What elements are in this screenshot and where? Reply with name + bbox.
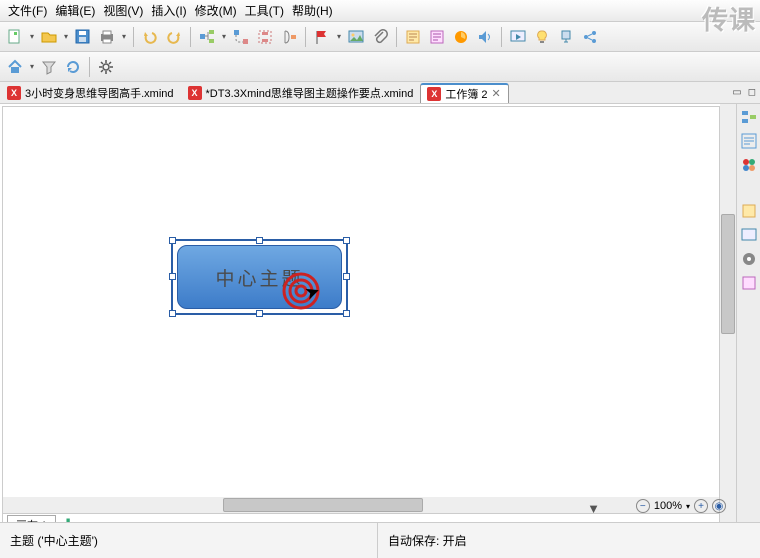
subtopic-drop[interactable]: ▾ bbox=[220, 32, 228, 41]
menu-help[interactable]: 帮助(H) bbox=[288, 0, 337, 21]
resize-handle[interactable] bbox=[343, 273, 350, 280]
menu-view[interactable]: 视图(V) bbox=[99, 0, 147, 21]
status-bar: 主题 ('中心主题') 自动保存: 开启 bbox=[0, 522, 760, 558]
subtopic-icon[interactable] bbox=[196, 26, 218, 48]
resize-handle[interactable] bbox=[343, 237, 350, 244]
zoom-drop[interactable]: ▾ bbox=[686, 502, 690, 511]
gear-icon[interactable] bbox=[95, 56, 117, 78]
filter-icon[interactable] bbox=[38, 56, 60, 78]
tab-file-2[interactable]: X *DT3.3Xmind思维导图主题操作要点.xmind bbox=[181, 83, 421, 103]
horizontal-scrollbar[interactable] bbox=[3, 497, 719, 513]
view-outline-icon[interactable] bbox=[740, 108, 758, 126]
maximize-pane-icon[interactable]: ◻ bbox=[748, 87, 756, 98]
undo-icon[interactable] bbox=[139, 26, 161, 48]
zoom-in-button[interactable]: + bbox=[694, 499, 708, 513]
status-autosave: 自动保存: 开启 bbox=[378, 523, 477, 558]
new-file-icon[interactable] bbox=[4, 26, 26, 48]
tab-label: *DT3.3Xmind思维导图主题操作要点.xmind bbox=[206, 85, 414, 101]
resize-handle[interactable] bbox=[256, 237, 263, 244]
attachment-icon[interactable] bbox=[369, 26, 391, 48]
refresh-icon[interactable] bbox=[62, 56, 84, 78]
new-file-drop[interactable]: ▾ bbox=[28, 32, 36, 41]
task-icon[interactable] bbox=[450, 26, 472, 48]
redo-icon[interactable] bbox=[163, 26, 185, 48]
relationship-icon[interactable] bbox=[230, 26, 252, 48]
open-file-icon[interactable] bbox=[38, 26, 60, 48]
brainstorm-icon[interactable] bbox=[531, 26, 553, 48]
note-icon[interactable] bbox=[402, 26, 424, 48]
boundary-icon[interactable] bbox=[254, 26, 276, 48]
view-browser-icon[interactable] bbox=[740, 226, 758, 244]
resize-handle[interactable] bbox=[169, 273, 176, 280]
menu-edit[interactable]: 编辑(E) bbox=[51, 0, 99, 21]
image-icon[interactable] bbox=[345, 26, 367, 48]
xmind-file-icon: X bbox=[427, 87, 441, 101]
main-area: 中心主题 ➤ 画布 1 ✚ bbox=[0, 104, 760, 538]
menu-insert[interactable]: 插入(I) bbox=[147, 0, 190, 21]
zoom-fit-button[interactable]: ◉ bbox=[712, 499, 726, 513]
minimize-pane-icon[interactable]: ▭ bbox=[732, 87, 741, 98]
close-tab-icon[interactable]: ✕ bbox=[492, 87, 502, 100]
label-icon[interactable] bbox=[426, 26, 448, 48]
filter-status-icon[interactable]: ▼ bbox=[587, 501, 600, 516]
status-selection: 主题 ('中心主题') bbox=[0, 523, 378, 558]
zoom-level[interactable]: 100% bbox=[654, 500, 682, 512]
menu-file[interactable]: 文件(F) bbox=[4, 0, 51, 21]
view-task-icon[interactable] bbox=[740, 274, 758, 292]
menu-modify[interactable]: 修改(M) bbox=[191, 0, 241, 21]
xmind-file-icon: X bbox=[7, 86, 21, 100]
summary-icon[interactable] bbox=[278, 26, 300, 48]
toolbar-1: ▾ ▾ ▾ ▾ ▾ bbox=[0, 22, 760, 52]
view-markers-icon[interactable] bbox=[740, 156, 758, 174]
mindmap-canvas[interactable]: 中心主题 ➤ bbox=[3, 107, 719, 497]
save-file-icon[interactable] bbox=[72, 26, 94, 48]
share-icon[interactable] bbox=[579, 26, 601, 48]
resize-handle[interactable] bbox=[169, 237, 176, 244]
toolbar-2: ▾ bbox=[0, 52, 760, 82]
tab-file-3[interactable]: X 工作簿 2 ✕ bbox=[420, 83, 508, 103]
print-icon[interactable] bbox=[96, 26, 118, 48]
view-notes-icon[interactable] bbox=[740, 202, 758, 220]
drilldown-icon[interactable] bbox=[555, 26, 577, 48]
resize-handle[interactable] bbox=[169, 310, 176, 317]
view-properties-icon[interactable] bbox=[740, 132, 758, 150]
view-audio-icon[interactable] bbox=[740, 250, 758, 268]
xmind-file-icon: X bbox=[188, 86, 202, 100]
audio-icon[interactable] bbox=[474, 26, 496, 48]
menu-bar: 文件(F) 编辑(E) 视图(V) 插入(I) 修改(M) 工具(T) 帮助(H… bbox=[0, 0, 760, 22]
flag-icon[interactable] bbox=[311, 26, 333, 48]
zoom-controls: − 100% ▾ + ◉ bbox=[636, 496, 726, 516]
print-drop[interactable]: ▾ bbox=[120, 32, 128, 41]
tab-label: 工作簿 2 bbox=[445, 86, 487, 102]
vertical-scrollbar[interactable] bbox=[720, 104, 736, 538]
open-file-drop[interactable]: ▾ bbox=[62, 32, 70, 41]
zoom-out-button[interactable]: − bbox=[636, 499, 650, 513]
presentation-icon[interactable] bbox=[507, 26, 529, 48]
tab-label: 3小时变身思维导图高手.xmind bbox=[25, 85, 174, 101]
resize-handle[interactable] bbox=[343, 310, 350, 317]
home-drop[interactable]: ▾ bbox=[28, 62, 36, 71]
tab-file-1[interactable]: X 3小时变身思维导图高手.xmind bbox=[0, 83, 181, 103]
flag-drop[interactable]: ▾ bbox=[335, 32, 343, 41]
resize-handle[interactable] bbox=[256, 310, 263, 317]
menu-tools[interactable]: 工具(T) bbox=[241, 0, 288, 21]
right-side-tray bbox=[736, 104, 760, 538]
home-icon[interactable] bbox=[4, 56, 26, 78]
editor-tabs: X 3小时变身思维导图高手.xmind X *DT3.3Xmind思维导图主题操作要… bbox=[0, 82, 760, 104]
